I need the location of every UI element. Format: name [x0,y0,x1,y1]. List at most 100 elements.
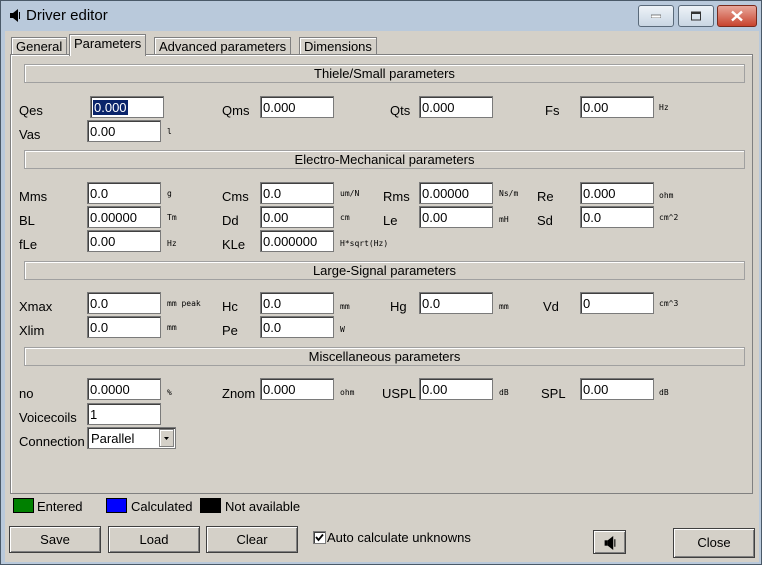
qms-label: Qms [222,103,250,118]
entered-swatch [13,498,34,513]
cms-field[interactable] [260,182,334,204]
xlim-unit: mm [167,323,177,332]
znom-unit: ohm [340,388,355,397]
fs-label: Fs [545,103,560,118]
cms-label: Cms [222,189,249,204]
xmax-unit: mm peak [167,299,201,308]
xlim-field[interactable] [87,316,161,338]
mms-unit: g [167,189,172,198]
hg-field[interactable] [419,292,493,314]
not-available-swatch [200,498,221,513]
uspl-unit: dB [499,388,509,397]
pe-unit: W [340,325,345,334]
rms-field[interactable] [419,182,493,204]
hg-label: Hg [390,299,407,314]
speaker-button[interactable] [593,530,626,554]
window-title: Driver editor [26,7,108,24]
znom-field[interactable] [260,378,334,400]
hc-field[interactable] [260,292,334,314]
fs-field[interactable] [580,96,654,118]
maximize-button[interactable] [678,5,714,27]
no-unit: % [167,388,172,397]
vas-label: Vas [19,127,41,142]
kle-field[interactable] [260,230,334,252]
connection-dropdown-button[interactable] [159,429,174,447]
speaker-icon [604,536,616,550]
tab-label: Dimensions [304,39,372,54]
not-available-label: Not available [225,499,301,514]
dd-label: Dd [222,213,239,228]
connection-value: Parallel [91,431,135,446]
pe-label: Pe [222,323,238,338]
mms-label: Mms [19,189,48,204]
sd-unit: cm^2 [659,213,679,222]
kle-unit: H*sqrt(Hz) [340,239,389,248]
section-electro-mechanical: Electro-Mechanical parameters [24,150,745,169]
section-large-signal: Large-Signal parameters [24,261,745,280]
sd-field[interactable] [580,206,654,228]
hc-label: Hc [222,299,238,314]
le-label: Le [383,213,398,228]
entered-label: Entered [37,499,83,514]
hg-unit: mm [499,302,509,311]
checkmark-icon [315,533,324,542]
section-miscellaneous: Miscellaneous parameters [24,347,745,366]
maximize-icon [691,11,701,21]
uspl-field[interactable] [419,378,493,400]
auto-calculate-checkbox[interactable] [313,531,326,544]
connection-select[interactable]: Parallel [87,427,176,449]
re-unit: ohm [659,191,674,200]
save-button[interactable]: Save [9,526,101,553]
tab-dimensions[interactable]: Dimensions [299,37,377,55]
tab-parameters[interactable]: Parameters [69,34,147,56]
hc-unit: mm [340,302,350,311]
no-label: no [19,386,34,401]
close-icon [731,10,743,22]
qms-field[interactable] [260,96,334,118]
dd-field[interactable] [260,206,334,228]
spl-unit: dB [659,388,669,397]
bl-field[interactable] [87,206,161,228]
calculated-swatch [106,498,127,513]
vas-field[interactable] [87,120,161,142]
bl-unit: Tm [167,213,177,222]
qts-field[interactable] [419,96,493,118]
cms-unit: um/N [340,189,360,198]
xmax-field[interactable] [87,292,161,314]
minimize-button[interactable] [638,5,674,27]
znom-label: Znom [222,386,256,401]
section-thiele-small: Thiele/Small parameters [24,64,745,83]
close-button[interactable]: Close [673,528,755,558]
speaker-icon [10,9,20,22]
spl-field[interactable] [580,378,654,400]
close-window-button[interactable] [717,5,757,27]
le-unit: mH [499,215,509,224]
qes-selected-value: 0.000 [93,100,128,115]
tab-general[interactable]: General [11,37,68,55]
re-field[interactable] [580,182,654,204]
vas-unit: l [167,127,172,136]
uspl-label: USPL [382,386,416,401]
le-field[interactable] [419,206,493,228]
clear-button[interactable]: Clear [206,526,298,553]
rms-label: Rms [383,189,410,204]
fle-unit: Hz [167,239,177,248]
dd-unit: cm [340,213,350,222]
re-label: Re [537,189,554,204]
chevron-down-icon [164,437,169,440]
auto-calculate-label[interactable]: Auto calculate unknowns [327,530,471,545]
client-area: General Parameters Advanced parameters D… [5,31,759,562]
mms-field[interactable] [87,182,161,204]
connection-label: Connection [19,434,85,449]
pe-field[interactable] [260,316,334,338]
title-bar[interactable]: Driver editor [1,1,761,31]
xlim-label: Xlim [19,323,45,338]
tab-advanced-parameters[interactable]: Advanced parameters [154,37,292,55]
voicecoils-field[interactable] [87,403,161,425]
kle-label: KLe [222,237,246,252]
sd-label: Sd [537,213,553,228]
load-button[interactable]: Load [108,526,200,553]
fle-field[interactable] [87,230,161,252]
vd-field[interactable] [580,292,654,314]
no-field[interactable] [87,378,161,400]
